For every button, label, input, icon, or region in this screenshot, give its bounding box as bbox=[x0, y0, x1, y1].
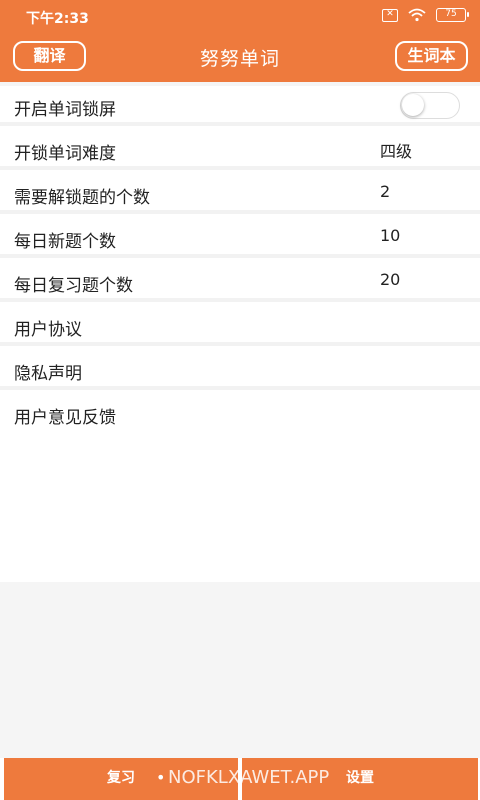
status-bar: 下午2:33 ✕ 75 bbox=[0, 0, 480, 32]
tab-review-label: 复习 bbox=[107, 770, 135, 786]
sim-icon: ✕ bbox=[382, 8, 398, 22]
setting-feedback[interactable]: 用户意见反馈 bbox=[0, 394, 480, 434]
status-icons: ✕ 75 bbox=[382, 8, 469, 22]
toggle-knob bbox=[402, 94, 424, 116]
empty-area bbox=[0, 582, 480, 758]
setting-user-agreement[interactable]: 用户协议 bbox=[0, 306, 480, 346]
setting-label: 隐私声明 bbox=[14, 364, 82, 384]
setting-label: 需要解锁题的个数 bbox=[14, 188, 150, 208]
setting-label: 每日新题个数 bbox=[14, 232, 116, 252]
setting-value: 四级 bbox=[380, 142, 413, 161]
setting-label: 用户意见反馈 bbox=[14, 408, 116, 428]
watermark: NOFKLXAWET.APP bbox=[168, 767, 330, 788]
setting-privacy[interactable]: 隐私声明 bbox=[0, 350, 480, 390]
setting-value: 20 bbox=[380, 270, 401, 289]
settings-list: 开启单词锁屏 开锁单词难度 四级 需要解锁题的个数 2 每日新题个数 10 每日… bbox=[0, 86, 480, 582]
setting-value: 10 bbox=[380, 226, 401, 245]
setting-difficulty[interactable]: 开锁单词难度 四级 bbox=[0, 130, 480, 170]
setting-label: 每日复习题个数 bbox=[14, 276, 133, 296]
setting-daily-review[interactable]: 每日复习题个数 20 bbox=[0, 262, 480, 302]
setting-daily-new[interactable]: 每日新题个数 10 bbox=[0, 218, 480, 258]
status-time: 下午2:33 bbox=[26, 11, 89, 27]
wifi-icon bbox=[408, 8, 426, 22]
setting-value: 2 bbox=[380, 182, 391, 201]
watermark-dot: • bbox=[156, 768, 166, 787]
vocabulary-book-button[interactable]: 生词本 bbox=[395, 41, 468, 71]
battery-icon: 75 bbox=[436, 8, 469, 22]
setting-label: 开启单词锁屏 bbox=[14, 100, 116, 120]
setting-lock-screen[interactable]: 开启单词锁屏 bbox=[0, 86, 480, 126]
setting-label: 开锁单词难度 bbox=[14, 144, 116, 164]
setting-label: 用户协议 bbox=[14, 320, 82, 340]
tab-settings-label: 设置 bbox=[346, 770, 374, 786]
app-header: 下午2:33 ✕ 75 翻译 努努单词 生词本 bbox=[0, 0, 480, 82]
setting-unlock-count[interactable]: 需要解锁题的个数 2 bbox=[0, 174, 480, 214]
lock-screen-toggle[interactable] bbox=[400, 92, 460, 119]
